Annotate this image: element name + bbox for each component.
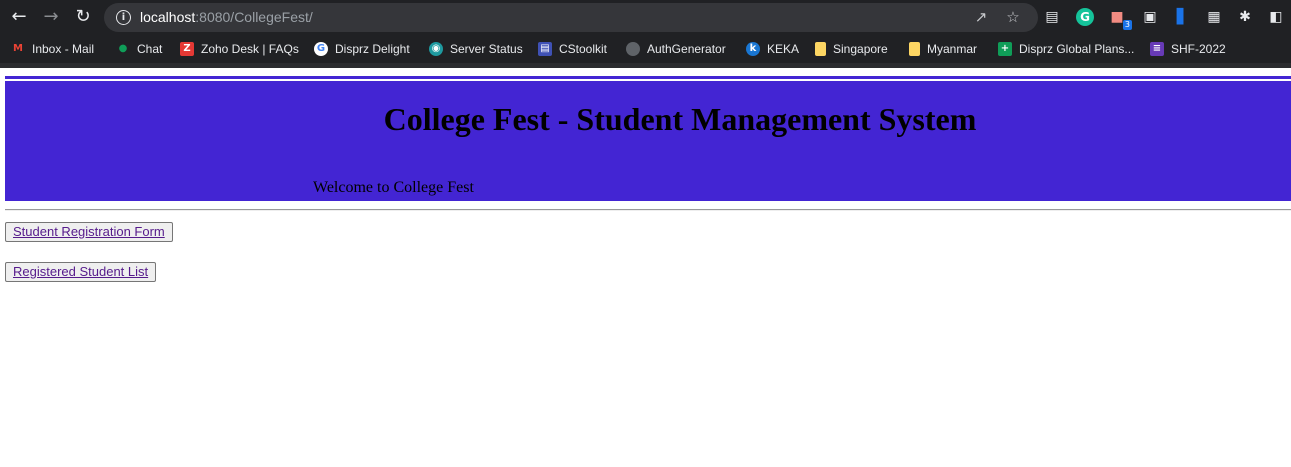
bookmark-label: Server Status	[450, 42, 523, 56]
google-icon: G	[314, 42, 328, 56]
bookmark-label: SHF-2022	[1171, 42, 1226, 56]
toolkit-icon: ▤	[538, 42, 552, 56]
bookmark-cstoolkit[interactable]: ▤ CStoolkit	[538, 40, 607, 58]
bookmark-label: Chat	[137, 42, 163, 56]
extension-icon[interactable]: ▤	[1043, 8, 1061, 26]
browser-toolbar: ← → ↻ i localhost:8080/CollegeFest/ ↗ ☆ …	[0, 0, 1291, 35]
reload-icon[interactable]: ↻	[70, 5, 96, 29]
forward-icon[interactable]: →	[38, 5, 64, 29]
star-icon[interactable]: ☆	[1004, 8, 1022, 26]
bookmark-chat[interactable]: ● Chat	[116, 40, 163, 58]
extension-badge: 3	[1122, 20, 1132, 30]
divider	[5, 209, 1291, 211]
bookmark-singapore[interactable]: Singapore	[815, 40, 888, 58]
url-path: :8080/CollegeFest/	[195, 9, 313, 25]
welcome-text: Welcome to College Fest	[313, 179, 474, 196]
bookmark-zoho-desk[interactable]: Z Zoho Desk | FAQs	[180, 40, 299, 58]
qr-icon[interactable]: ▦	[1205, 8, 1223, 26]
gmail-icon: M	[13, 43, 23, 54]
keka-icon: k	[746, 42, 760, 56]
bookmark-label: CStoolkit	[559, 42, 608, 56]
bookmark-label: Disprz Delight	[335, 42, 410, 56]
bookmark-disprz-delight[interactable]: G Disprz Delight	[314, 40, 410, 58]
bookmark-label: AuthGenerator	[647, 42, 726, 56]
zoho-icon: Z	[180, 42, 194, 56]
globe-icon	[626, 42, 640, 56]
folder-icon	[909, 42, 920, 56]
bookmark-label: Zoho Desk | FAQs	[201, 42, 299, 56]
url-host: localhost	[140, 9, 196, 25]
page-title: College Fest - Student Management System	[383, 101, 977, 137]
list-icon: ≡	[1150, 42, 1164, 56]
bookmark-label: Disprz Global Plans...	[1019, 42, 1135, 56]
url-text[interactable]: localhost:8080/CollegeFest/	[140, 9, 313, 25]
bookmark-label: Inbox - Mail	[32, 42, 95, 56]
chrome-divider	[0, 63, 1291, 68]
sidebar-icon[interactable]: ◧	[1267, 8, 1285, 26]
info-icon[interactable]: i	[116, 10, 131, 25]
screenshot-icon[interactable]: ▣	[1141, 8, 1159, 26]
server-icon: ◉	[429, 42, 443, 56]
student-registration-form-button[interactable]: Student Registration Form	[5, 222, 173, 242]
bookmark-authgenerator[interactable]: AuthGenerator	[626, 40, 726, 58]
address-bar[interactable]: i localhost:8080/CollegeFest/ ↗ ☆	[104, 3, 1038, 32]
bookmark-label: KEKA	[767, 42, 800, 56]
bookmark-label: Singapore	[833, 42, 888, 56]
sheets-icon: +	[998, 42, 1012, 56]
share-icon[interactable]: ↗	[972, 8, 990, 26]
bookmark-myanmar[interactable]: Myanmar	[909, 40, 977, 58]
trello-icon[interactable]: ▋	[1173, 8, 1191, 26]
header-banner: College Fest - Student Management System…	[5, 81, 1291, 201]
bookmarks-bar: M Inbox - Mail ● Chat Z Zoho Desk | FAQs…	[0, 35, 1291, 63]
registered-student-list-button[interactable]: Registered Student List	[5, 262, 157, 282]
folder-icon	[815, 42, 826, 56]
bookmark-disprz-global-plans[interactable]: + Disprz Global Plans...	[998, 40, 1134, 58]
header-rule	[5, 76, 1291, 79]
bookmark-shf-2022[interactable]: ≡ SHF-2022	[1150, 40, 1226, 58]
back-icon[interactable]: ←	[6, 5, 32, 29]
bookmark-server-status[interactable]: ◉ Server Status	[429, 40, 523, 58]
chat-icon: ●	[118, 43, 128, 54]
bookmark-label: Myanmar	[927, 42, 978, 56]
bookmark-inbox[interactable]: M Inbox - Mail	[11, 40, 94, 58]
extension-badge-icon[interactable]: ■ 3	[1108, 8, 1132, 30]
bookmark-keka[interactable]: k KEKA	[746, 40, 799, 58]
puzzle-icon[interactable]: ✱	[1236, 8, 1254, 26]
grammarly-icon[interactable]: G	[1076, 8, 1094, 26]
